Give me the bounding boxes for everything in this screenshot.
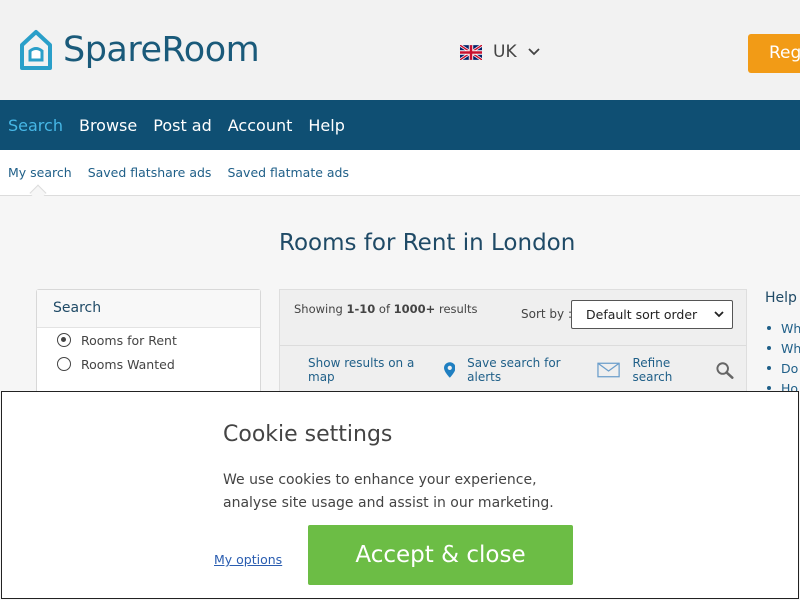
radio-rooms-wanted[interactable]: Rooms Wanted	[37, 352, 260, 376]
help-link[interactable]: Do	[765, 358, 800, 378]
accept-close-button[interactable]: Accept & close	[308, 525, 573, 585]
nav-browse[interactable]: Browse	[79, 116, 137, 135]
subnav-my-search[interactable]: My search	[8, 165, 72, 180]
show-map-label: Show results on a map	[308, 356, 415, 384]
radio-checked-icon[interactable]	[57, 333, 71, 347]
chevron-down-icon	[527, 48, 540, 56]
search-box-title: Search	[37, 290, 260, 328]
nav-help[interactable]: Help	[308, 116, 344, 135]
help-sidebar: Help Wh Wh Do Ho	[765, 290, 800, 398]
radio-label: Rooms for Rent	[81, 332, 177, 348]
cookie-text: We use cookies to enhance your experienc…	[223, 472, 554, 511]
nav-account[interactable]: Account	[228, 116, 293, 135]
help-link[interactable]: Wh	[765, 338, 800, 358]
subnav-saved-flatshare-ads[interactable]: Saved flatshare ads	[88, 165, 212, 180]
cookie-title: Cookie settings	[223, 422, 393, 447]
showing-suffix: results	[435, 302, 478, 316]
refine-search-link[interactable]: Refine search	[633, 356, 735, 384]
uk-flag-icon	[460, 44, 482, 60]
showing-prefix: Showing	[294, 302, 347, 316]
page-title: Rooms for Rent in London	[279, 230, 576, 256]
nav-post-ad[interactable]: Post ad	[153, 116, 212, 135]
help-title: Help	[765, 290, 797, 306]
sort-select[interactable]: Default sort order	[571, 300, 733, 329]
save-search-label: Save search for alerts	[467, 356, 561, 384]
refine-search-label: Refine search	[632, 356, 673, 384]
radio-label: Rooms Wanted	[81, 356, 175, 372]
radio-unchecked-icon[interactable]	[57, 357, 71, 371]
sub-nav: My search Saved flatshare ads Saved flat…	[0, 150, 800, 196]
house-logo-icon	[20, 30, 52, 70]
results-count: Showing 1-10 of 1000+ results	[294, 302, 478, 316]
radio-rooms-for-rent[interactable]: Rooms for Rent	[37, 328, 260, 352]
showing-range: 1-10	[346, 302, 376, 316]
nav-search[interactable]: Search	[8, 116, 63, 135]
results-actions: Show results on a map Save search for al…	[308, 356, 746, 384]
search-icon	[716, 362, 734, 379]
save-search-alerts-link[interactable]: Save search for alerts	[467, 356, 621, 384]
chevron-down-icon	[714, 311, 724, 318]
results-toolbar: Showing 1-10 of 1000+ results Sort by : …	[280, 290, 746, 346]
sort-label: Sort by :	[521, 307, 572, 321]
cookie-options-link[interactable]: My options	[214, 552, 282, 567]
showing-of: of	[375, 302, 394, 316]
main-nav: Search Browse Post ad Account Help	[0, 100, 800, 150]
sort-select-value: Default sort order	[586, 307, 698, 322]
logo-text: SpareRoom	[63, 30, 260, 70]
register-button[interactable]: Register	[748, 34, 800, 73]
country-selector[interactable]: UK	[460, 42, 541, 62]
country-label: UK	[493, 42, 517, 62]
help-link[interactable]: Wh	[765, 318, 800, 338]
envelope-icon	[597, 362, 621, 378]
map-pin-icon	[443, 362, 456, 378]
subnav-saved-flatmate-ads[interactable]: Saved flatmate ads	[227, 165, 349, 180]
site-header: SpareRoom UK Register	[0, 0, 800, 100]
show-map-link[interactable]: Show results on a map	[308, 356, 456, 384]
spareroom-logo[interactable]: SpareRoom	[20, 29, 260, 71]
showing-total: 1000+	[393, 302, 436, 316]
cookie-banner: Cookie settings We use cookies to enhanc…	[1, 391, 799, 599]
